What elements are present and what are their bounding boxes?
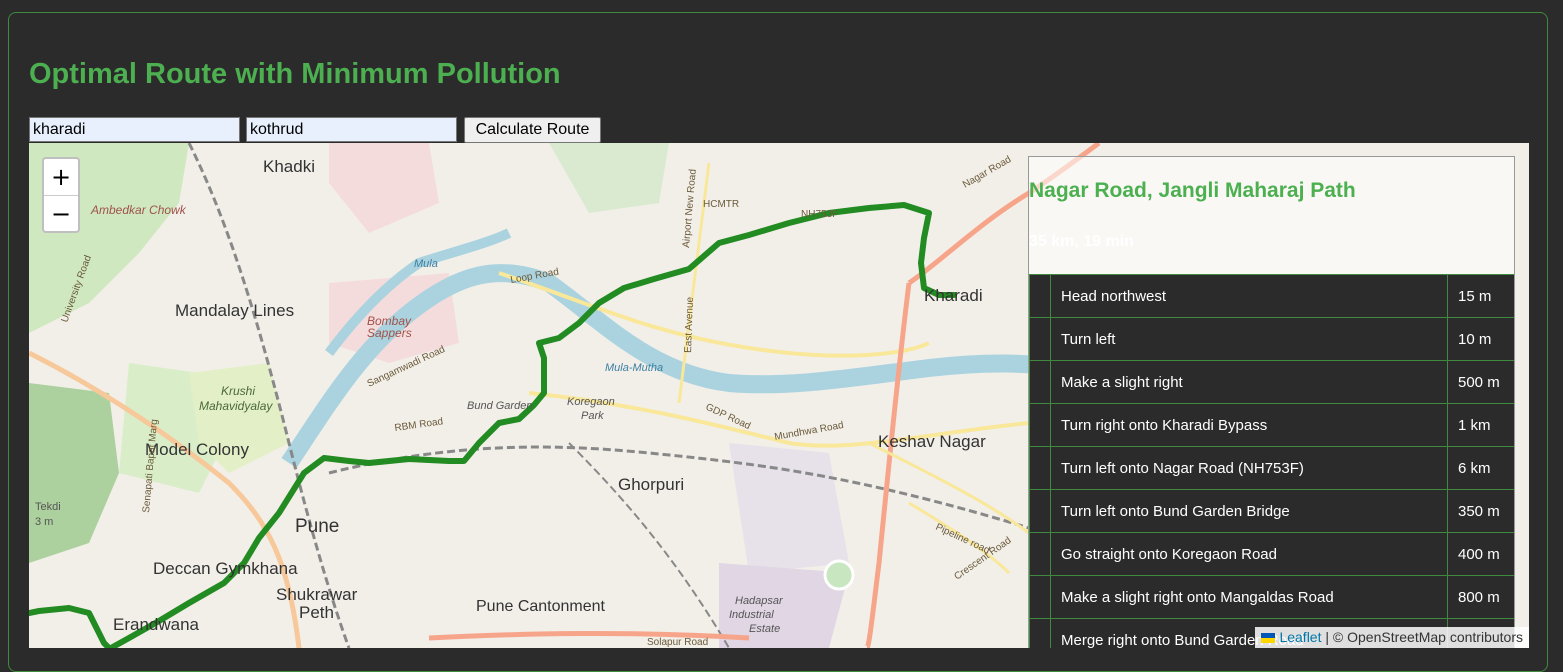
label-pune: Pune <box>295 516 339 537</box>
step-icon <box>1029 532 1051 576</box>
label-ambedkar-chowk: Ambedkar Chowk <box>90 203 187 217</box>
step-instruction: Go straight onto Koregaon Road <box>1050 532 1448 576</box>
step-instruction: Turn left onto Nagar Road (NH753F) <box>1050 446 1448 490</box>
step-distance: 1 km <box>1447 403 1514 447</box>
route-instructions-panel: Nagar Road, Jangli Maharaj Path 35 km, 1… <box>1028 156 1515 648</box>
step-distance: 400 m <box>1447 532 1514 576</box>
label-nh753f: NH753F <box>801 209 838 220</box>
map-view[interactable]: Khadki Ambedkar Chowk Mandalay Lines Bom… <box>29 143 1529 648</box>
step-instruction: Turn right onto Kharadi Bypass <box>1050 403 1448 447</box>
zoom-in-button[interactable]: + <box>44 159 78 196</box>
label-mahavidyalay: Mahavidyalay <box>199 399 273 413</box>
route-step-row[interactable]: Turn left onto Nagar Road (NH753F) 6 km <box>1029 446 1514 490</box>
step-distance: 350 m <box>1447 489 1514 533</box>
destination-input[interactable] <box>246 117 457 142</box>
label-mandalay-lines: Mandalay Lines <box>175 301 294 320</box>
route-steps-table: Head northwest 15 m Turn left 10 m Make a sl… <box>1029 274 1514 648</box>
route-step-row[interactable]: Make a slight right 500 m <box>1029 360 1514 404</box>
route-step-row[interactable]: Turn right onto Kharadi Bypass 1 km <box>1029 403 1514 447</box>
label-sappers: Sappers <box>367 326 412 340</box>
park-circle <box>823 559 855 591</box>
step-icon <box>1029 489 1051 533</box>
label-koregaon: Koregaon <box>567 396 615 408</box>
label-krushi: Krushi <box>221 384 255 398</box>
step-icon <box>1029 618 1051 648</box>
step-icon <box>1029 360 1051 404</box>
step-instruction: Make a slight right <box>1050 360 1448 404</box>
step-icon <box>1029 575 1051 619</box>
step-instruction: Turn left <box>1050 317 1448 361</box>
step-instruction: Make a slight right onto Mangaldas Road <box>1050 575 1448 619</box>
label-deccan-gymkhana: Deccan Gymkhana <box>153 559 298 578</box>
zoom-out-button[interactable]: − <box>44 196 78 231</box>
label-bund-garden: Bund Garden <box>467 400 532 412</box>
route-step-row[interactable]: Turn left 10 m <box>1029 317 1514 361</box>
step-distance: 10 m <box>1447 317 1514 361</box>
label-park: Park <box>581 410 604 422</box>
label-mula-mutha: Mula-Mutha <box>605 362 663 374</box>
label-shukrawar: Shukrawar <box>276 585 358 604</box>
attribution-text: | © OpenStreetMap contributors <box>1321 629 1523 645</box>
label-ghorpuri: Ghorpuri <box>618 475 684 494</box>
label-kharadi: Kharadi <box>924 286 983 305</box>
label-estate: Estate <box>749 623 780 635</box>
route-step-row[interactable]: Make a slight right onto Mangaldas Road 8… <box>1029 575 1514 619</box>
label-hcmtr: HCMTR <box>703 199 739 210</box>
calculate-route-button[interactable]: Calculate Route <box>464 117 601 143</box>
label-mula: Mula <box>414 258 438 270</box>
label-model-colony: Model Colony <box>145 440 249 459</box>
step-distance: 15 m <box>1447 274 1514 318</box>
label-east-avenue: East Avenue <box>683 296 696 353</box>
label-peth: Peth <box>299 603 334 622</box>
step-instruction: Turn left onto Bund Garden Bridge <box>1050 489 1448 533</box>
label-tekdi: Tekdi <box>35 501 61 513</box>
step-icon <box>1029 317 1051 361</box>
label-hadapsar: Hadapsar <box>735 595 784 607</box>
step-distance: 500 m <box>1447 360 1514 404</box>
map-attribution: Leaflet | © OpenStreetMap contributors <box>1255 627 1529 648</box>
step-distance: 800 m <box>1447 575 1514 619</box>
label-industrial: Industrial <box>729 609 774 621</box>
label-khadki: Khadki <box>263 157 315 176</box>
step-distance: 6 km <box>1447 446 1514 490</box>
ukraine-flag-icon <box>1261 633 1276 644</box>
route-summary: 35 km, 19 min <box>1029 233 1134 250</box>
zoom-control: + − <box>42 157 80 233</box>
label-pune-cantonment: Pune Cantonment <box>476 598 606 615</box>
page-title: Optimal Route with Minimum Pollution <box>29 58 561 90</box>
origin-input[interactable] <box>29 117 240 142</box>
route-name: Nagar Road, Jangli Maharaj Path <box>1029 179 1356 202</box>
leaflet-link[interactable]: Leaflet <box>1279 629 1321 645</box>
route-step-row[interactable]: Go straight onto Koregaon Road 400 m <box>1029 532 1514 576</box>
step-icon <box>1029 274 1051 318</box>
label-erandwane: Erandwana <box>113 615 200 634</box>
label-tekdi-elevation: 3 m <box>35 516 53 528</box>
step-instruction: Head northwest <box>1050 274 1448 318</box>
route-step-row[interactable]: Turn left onto Bund Garden Bridge 350 m <box>1029 489 1514 533</box>
step-icon <box>1029 403 1051 447</box>
step-icon <box>1029 446 1051 490</box>
route-step-row[interactable]: Head northwest 15 m <box>1029 274 1514 318</box>
label-keshav-nagar: Keshav Nagar <box>878 432 986 451</box>
label-solapur-road: Solapur Road <box>647 637 708 648</box>
